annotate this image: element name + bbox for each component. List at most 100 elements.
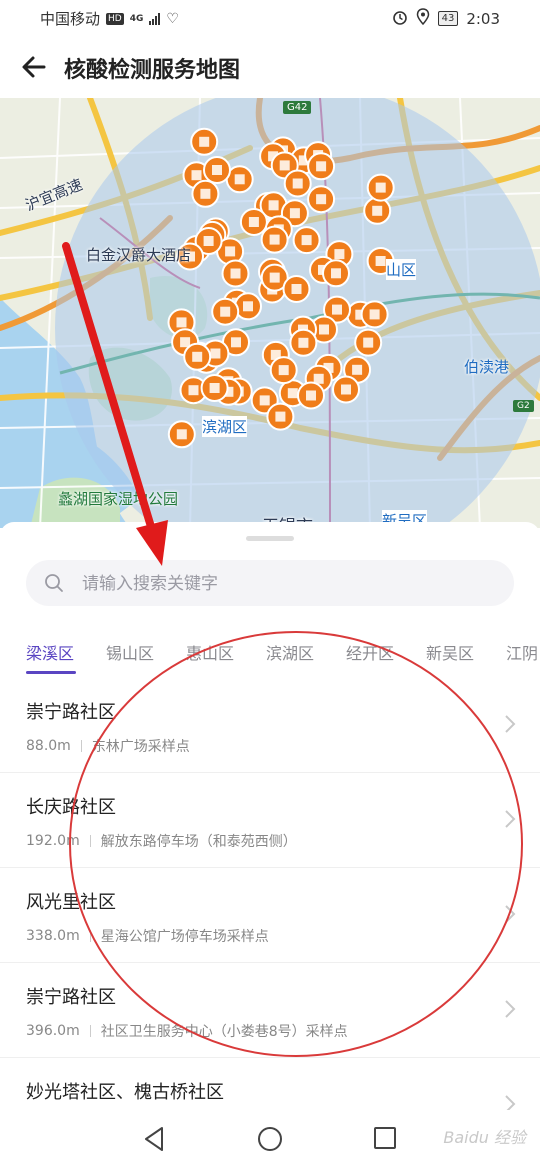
chevron-right-icon bbox=[505, 905, 516, 923]
chevron-right-icon bbox=[505, 810, 516, 828]
chevron-right-icon bbox=[505, 1000, 516, 1018]
site-distance: 338.0m bbox=[26, 928, 80, 944]
search-bar[interactable] bbox=[26, 560, 514, 606]
search-input[interactable] bbox=[80, 568, 504, 600]
building-icon bbox=[298, 337, 309, 348]
site-place: 解放东路停车场（和泰苑西侧） bbox=[100, 834, 297, 850]
back-triangle-icon[interactable] bbox=[142, 1126, 166, 1152]
building-icon bbox=[176, 429, 187, 440]
building-icon bbox=[301, 235, 312, 246]
site-place: 社区卫生服务中心（小娄巷8号）采样点 bbox=[100, 1024, 348, 1040]
drag-handle[interactable] bbox=[246, 536, 294, 541]
site-meta: 192.0m 解放东路停车场（和泰苑西侧） bbox=[26, 831, 297, 851]
network-type: 4G bbox=[129, 13, 144, 24]
building-icon bbox=[372, 205, 383, 216]
building-icon bbox=[192, 351, 203, 362]
site-meta: 88.0m 东林广场采样点 bbox=[26, 736, 190, 756]
building-icon bbox=[231, 337, 241, 348]
tab-huishan[interactable]: 惠山区 bbox=[186, 640, 234, 664]
map-label-binhu: 滨湖区 bbox=[202, 416, 248, 437]
map-label-hotel: 白金汉爵大酒店 bbox=[86, 246, 192, 264]
tab-jingkai[interactable]: 经开区 bbox=[346, 640, 394, 664]
building-icon bbox=[269, 234, 280, 245]
building-icon bbox=[334, 249, 345, 260]
building-icon bbox=[316, 161, 327, 172]
building-icon bbox=[225, 246, 236, 257]
building-icon bbox=[375, 182, 386, 193]
site-place: 星海公馆广场停车场采样点 bbox=[100, 929, 269, 945]
building-icon bbox=[200, 188, 211, 199]
site-place: 东林广场采样点 bbox=[91, 739, 190, 755]
site-name: 妙光塔社区、槐古桥社区 bbox=[26, 1082, 224, 1103]
building-icon bbox=[316, 194, 327, 205]
site-name: 长庆路社区 bbox=[26, 797, 116, 818]
signal-icon bbox=[149, 12, 161, 25]
alarm-icon bbox=[392, 9, 408, 29]
site-name: 风光里社区 bbox=[26, 892, 116, 913]
building-icon bbox=[375, 256, 386, 266]
building-icon bbox=[331, 268, 341, 279]
search-icon bbox=[44, 573, 64, 597]
map-canvas bbox=[0, 98, 540, 528]
g2-shield: G2 bbox=[513, 400, 534, 412]
building-icon bbox=[210, 348, 221, 359]
recents-square-icon[interactable] bbox=[373, 1126, 397, 1150]
chevron-right-icon bbox=[505, 715, 516, 733]
building-icon bbox=[291, 284, 302, 294]
site-distance: 88.0m bbox=[26, 738, 71, 754]
page-title: 核酸检测服务地图 bbox=[64, 58, 241, 83]
building-icon bbox=[306, 390, 316, 401]
list-item[interactable]: 风光里社区 338.0m 星海公馆广场停车场采样点 bbox=[0, 868, 540, 963]
tab-binhu[interactable]: 滨湖区 bbox=[266, 640, 314, 664]
building-icon bbox=[203, 236, 214, 246]
building-icon bbox=[209, 383, 220, 393]
building-icon bbox=[363, 337, 374, 348]
clock-time: 2:03 bbox=[466, 9, 500, 28]
list-item[interactable]: 长庆路社区 192.0m 解放东路停车场（和泰苑西侧） bbox=[0, 773, 540, 868]
list-item[interactable]: 崇宁路社区 88.0m 东林广场采样点 bbox=[0, 678, 540, 773]
building-icon bbox=[180, 337, 191, 348]
map-view[interactable]: G42 G2 沪宜高速 白金汉爵大酒店 山区 伯渎港 滨湖区 蠡湖国家湿地公园 … bbox=[0, 98, 540, 528]
building-icon bbox=[199, 136, 210, 147]
building-icon bbox=[319, 324, 329, 335]
tab-jiangyin[interactable]: 江阴 bbox=[506, 640, 538, 664]
bottom-sheet: 梁溪区 锡山区 惠山区 滨湖区 经开区 新吴区 江阴 崇宁路社区 88.0m 东… bbox=[0, 522, 540, 1113]
map-label-district: 山区 bbox=[386, 259, 417, 280]
home-circle-icon[interactable] bbox=[257, 1126, 283, 1152]
tab-xinwu[interactable]: 新吴区 bbox=[426, 640, 474, 664]
active-tab-indicator bbox=[26, 671, 76, 674]
system-nav-bar: Baidu 经验 bbox=[0, 1110, 540, 1170]
battery-icon: 43 bbox=[437, 11, 459, 26]
building-icon bbox=[352, 364, 363, 375]
building-icon bbox=[269, 272, 280, 283]
location-icon bbox=[416, 8, 430, 29]
site-distance: 192.0m bbox=[26, 833, 80, 849]
back-button[interactable] bbox=[18, 50, 52, 84]
tab-liangxi[interactable]: 梁溪区 bbox=[26, 640, 74, 664]
building-icon bbox=[191, 170, 202, 181]
arrow-left-icon bbox=[22, 56, 46, 78]
app-header: 核酸检测服务地图 bbox=[0, 36, 540, 98]
building-icon bbox=[369, 309, 380, 320]
site-meta: 338.0m 星海公馆广场停车场采样点 bbox=[26, 926, 269, 946]
building-icon bbox=[248, 217, 259, 227]
site-list: 崇宁路社区 88.0m 东林广场采样点 长庆路社区 192.0m 解放东路停车场… bbox=[0, 678, 540, 1152]
watermark: Baidu 经验 bbox=[443, 1128, 526, 1147]
building-icon bbox=[188, 385, 199, 396]
building-icon bbox=[212, 165, 222, 175]
district-tabs: 梁溪区 锡山区 惠山区 滨湖区 经开区 新吴区 江阴 bbox=[0, 630, 540, 676]
site-name: 崇宁路社区 bbox=[26, 702, 116, 723]
tab-xishan[interactable]: 锡山区 bbox=[106, 640, 154, 664]
building-icon bbox=[176, 317, 187, 328]
building-icon bbox=[268, 200, 279, 211]
list-item[interactable]: 崇宁路社区 396.0m 社区卫生服务中心（小娄巷8号）采样点 bbox=[0, 963, 540, 1058]
g42-shield: G42 bbox=[283, 101, 312, 114]
building-icon bbox=[289, 208, 300, 219]
building-icon bbox=[332, 304, 342, 315]
building-icon bbox=[243, 301, 253, 312]
site-name: 崇宁路社区 bbox=[26, 987, 116, 1008]
building-icon bbox=[220, 306, 231, 317]
building-icon bbox=[292, 178, 303, 189]
heart-icon: ♡ bbox=[166, 10, 179, 27]
building-icon bbox=[341, 384, 351, 395]
